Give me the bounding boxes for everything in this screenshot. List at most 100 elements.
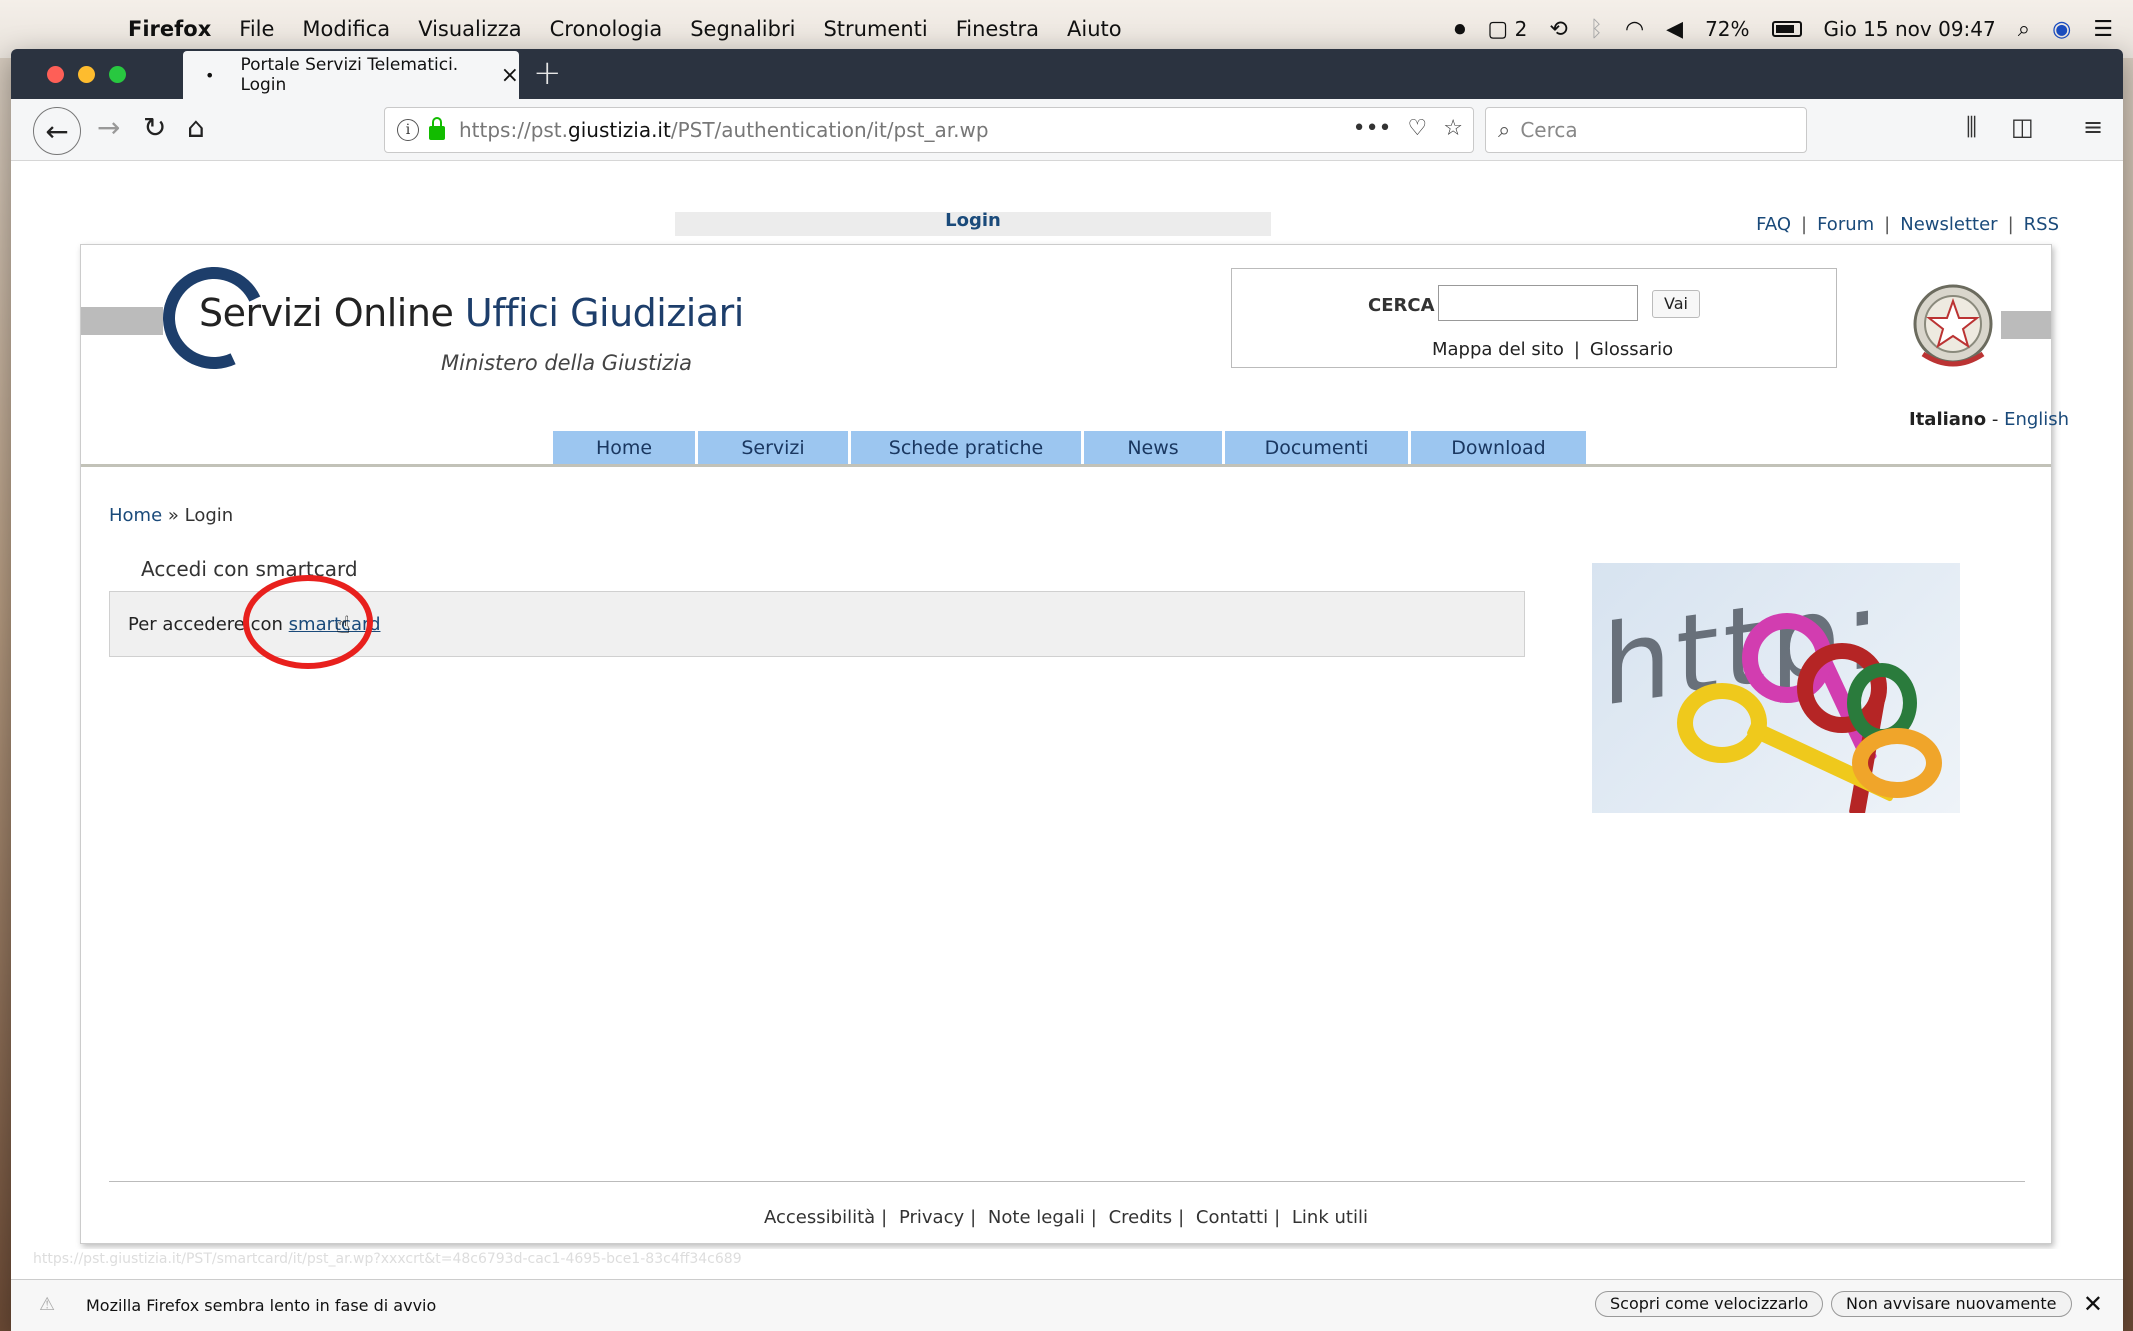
nav-news[interactable]: News [1084, 431, 1222, 464]
search-go-button[interactable]: Vai [1652, 290, 1700, 318]
url-text[interactable]: https://pst.giustizia.it/PST/authenticat… [459, 118, 989, 142]
page-top-title: Login [945, 210, 1001, 231]
notification-text: Mozilla Firefox sembra lento in fase di … [86, 1296, 437, 1315]
volume-icon[interactable]: ◀ [1666, 17, 1683, 42]
menu-segnalibri[interactable]: Segnalibri [690, 17, 795, 41]
footer-note-legali[interactable]: Note legali [988, 1207, 1085, 1228]
key-head [1677, 683, 1767, 763]
browser-tab[interactable]: • Portale Servizi Telematici. Login × [183, 51, 519, 99]
desktop-counter[interactable]: ▢ 2 [1487, 17, 1527, 42]
breadcrumb: Home » Login [109, 505, 234, 526]
tab-favicon: • [205, 65, 215, 85]
footer-contatti[interactable]: Contatti [1196, 1207, 1268, 1228]
nav-home[interactable]: Home [553, 431, 695, 464]
status-hover-url: https://pst.giustizia.it/PST/smartcard/i… [33, 1251, 742, 1267]
menu-file[interactable]: File [239, 17, 274, 41]
spotlight-icon[interactable]: ⌕ [2018, 17, 2030, 42]
site-search-input[interactable] [1438, 285, 1638, 321]
footer-privacy[interactable]: Privacy [899, 1207, 964, 1228]
menu-aiuto[interactable]: Aiuto [1067, 17, 1122, 41]
menu-strumenti[interactable]: Strumenti [823, 17, 927, 41]
nav-documenti[interactable]: Documenti [1225, 431, 1408, 464]
search-placeholder: Cerca [1520, 118, 1578, 142]
dont-warn-button[interactable]: Non avvisare nuovamente [1831, 1291, 2072, 1317]
slow-startup-notification: ⚠ Mozilla Firefox sembra lento in fase d… [11, 1279, 2123, 1331]
footer-accessibilita[interactable]: Accessibilità [764, 1207, 875, 1228]
site-container: Servizi Online Uffici Giudiziari Ministe… [80, 244, 2069, 1244]
zoom-window-button[interactable] [109, 66, 126, 83]
tab-title: Portale Servizi Telematici. Login [240, 55, 459, 95]
forward-button[interactable]: → [97, 111, 120, 144]
close-notification-icon[interactable]: ✕ [2083, 1290, 2103, 1318]
new-tab-button[interactable]: + [533, 53, 562, 93]
breadcrumb-home[interactable]: Home [109, 505, 162, 526]
hamburger-menu-icon[interactable]: ≡ [2083, 113, 2103, 141]
window-controls [47, 66, 126, 83]
footer-links: Accessibilità | Privacy | Note legali | Cre… [764, 1207, 1368, 1228]
bluetooth-icon[interactable]: ᛒ [1590, 17, 1603, 42]
time-machine-icon[interactable]: ⟲ [1549, 17, 1567, 42]
search-icon: ⌕ [1498, 117, 1511, 143]
language-switch: Italiano - English [1909, 409, 2070, 430]
window-icon: ▢ [1487, 16, 1509, 42]
menu-modifica[interactable]: Modifica [302, 17, 390, 41]
nav-servizi[interactable]: Servizi [698, 431, 848, 464]
page-actions-icon[interactable]: ••• [1353, 116, 1392, 141]
link-sitemap[interactable]: Mappa del sito [1432, 339, 1564, 360]
menu-cronologia[interactable]: Cronologia [550, 17, 663, 41]
titlebar: • Portale Servizi Telematici. Login × + [11, 49, 2123, 99]
nav-toolbar: ← → ↻ ⌂ i https://pst.giustizia.it/PST/a… [11, 99, 2123, 161]
record-icon[interactable]: ⏺ [1454, 17, 1465, 42]
link-faq[interactable]: FAQ [1756, 214, 1791, 235]
wifi-icon[interactable]: ◠ [1625, 17, 1644, 42]
nav-schede-pratiche[interactable]: Schede pratiche [851, 431, 1081, 464]
sidebar-icon[interactable]: ◫ [2011, 113, 2034, 141]
notification-center-icon[interactable]: ☰ [2093, 17, 2113, 42]
battery-percent[interactable]: 72% [1705, 17, 1749, 41]
warning-icon: ⚠ [39, 1294, 56, 1315]
nav-download[interactable]: Download [1411, 431, 1586, 464]
header-stripe [2001, 311, 2051, 339]
page-content: Login FAQ | Forum | Newsletter | RSS Serviz… [11, 162, 2123, 1262]
battery-icon[interactable] [1771, 21, 1802, 37]
minimize-window-button[interactable] [78, 66, 95, 83]
lang-italiano[interactable]: Italiano [1909, 409, 1986, 430]
learn-speedup-button[interactable]: Scopri come velocizzarlo [1595, 1291, 1824, 1317]
link-glossary[interactable]: Glossario [1590, 339, 1673, 360]
top-links: FAQ | Forum | Newsletter | RSS [1756, 214, 2059, 235]
footer-credits[interactable]: Credits [1109, 1207, 1173, 1228]
site-info-icon[interactable]: i [397, 119, 419, 141]
menu-app-firefox[interactable]: Firefox [128, 17, 211, 41]
footer-link-utili[interactable]: Link utili [1292, 1207, 1368, 1228]
ministry-subtitle: Ministero della Giustizia [441, 351, 692, 375]
url-bar[interactable]: i https://pst.giustizia.it/PST/authentic… [384, 107, 1474, 153]
status-area: https://pst.giustizia.it/PST/smartcard/i… [11, 1249, 2123, 1331]
lock-icon[interactable] [429, 117, 445, 140]
menu-finestra[interactable]: Finestra [956, 17, 1039, 41]
menu-visualizza[interactable]: Visualizza [418, 17, 521, 41]
search-bar[interactable]: ⌕ Cerca [1485, 107, 1807, 153]
back-button[interactable]: ← [33, 107, 81, 155]
link-rss[interactable]: RSS [2024, 214, 2059, 235]
home-button[interactable]: ⌂ [187, 111, 205, 144]
siri-icon[interactable]: ◉ [2052, 17, 2071, 42]
red-highlight-circle [243, 575, 373, 669]
reload-button[interactable]: ↻ [143, 111, 166, 144]
keys-illustration: http: [1592, 563, 1960, 813]
link-forum[interactable]: Forum [1817, 214, 1874, 235]
bookmark-star-icon[interactable]: ☆ [1443, 116, 1463, 141]
header-stripe [81, 307, 163, 335]
close-tab-icon[interactable]: × [501, 63, 519, 88]
firefox-window: • Portale Servizi Telematici. Login × + … [11, 49, 2123, 1331]
library-icon[interactable]: ⫼ [1966, 113, 1977, 141]
site-logo[interactable]: Servizi Online Uffici Giudiziari [199, 291, 744, 335]
footer-divider [109, 1181, 2025, 1182]
link-newsletter[interactable]: Newsletter [1900, 214, 1997, 235]
clock[interactable]: Gio 15 nov 09:47 [1824, 17, 1996, 41]
republic-emblem-icon [1913, 284, 1993, 367]
lang-english[interactable]: English [2004, 409, 2069, 430]
pocket-icon[interactable]: ♡ [1408, 116, 1428, 141]
hand-cursor-icon: ☝ [336, 611, 351, 639]
site-search-box: CERCA Vai Mappa del sito | Glossario [1231, 268, 1837, 368]
close-window-button[interactable] [47, 66, 64, 83]
